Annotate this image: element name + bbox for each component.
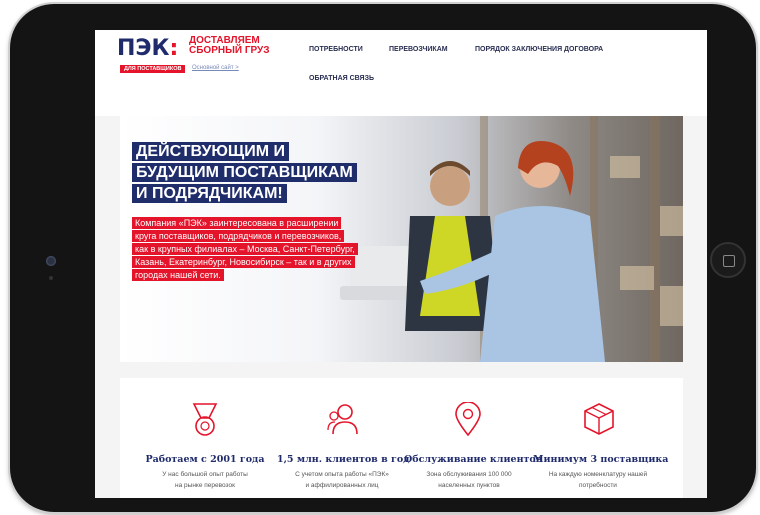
logo-tagline: ДОСТАВЛЯЕМ СБОРНЫЙ ГРУЗ: [189, 36, 270, 56]
feature-desc: С учетом опыта работы «ПЭК» и аффилирован…: [277, 469, 407, 491]
hero-text-line: Казань, Екатеринбург, Новосибирск – так …: [132, 256, 355, 268]
feature-desc-line: на рынке перевозок: [175, 482, 235, 489]
feature-item: Работаем с 2001 года У нас большой опыт …: [140, 378, 270, 498]
feature-item: Минимум 3 поставщика На каждую номенклат…: [533, 378, 669, 498]
hero-banner: ДЕЙСТВУЮЩИМ И БУДУЩИМ ПОСТАВЩИКАМ И ПОДР…: [120, 116, 683, 362]
feature-item: Обслуживание клиентов Зона обслуживания …: [404, 378, 543, 498]
logo-badge: ДЛЯ ПОСТАВЩИКОВ: [120, 65, 186, 73]
hero-text-line: как в крупных филиалах – Москва, Санкт-П…: [132, 243, 358, 255]
tablet-frame: ПЭК: ДОСТАВЛЯЕМ СБОРНЫЙ ГРУЗ ДЛЯ ПОСТАВЩИ…: [10, 4, 756, 512]
hero-title-line: ДЕЙСТВУЮЩИМ И: [132, 142, 289, 161]
home-button[interactable]: [710, 242, 746, 278]
logo-colon: :: [169, 36, 179, 61]
logo-tagline-line2: СБОРНЫЙ ГРУЗ: [189, 45, 270, 56]
feature-desc-line: населенных пунктов: [438, 482, 500, 489]
nav-carriers[interactable]: ПЕРЕВОЗЧИКАМ: [389, 46, 448, 53]
features-section: Работаем с 2001 года У нас большой опыт …: [120, 378, 683, 498]
feature-desc-line: На каждую номенклатуру нашей: [548, 471, 648, 478]
logo-brand: ПЭК: [117, 36, 170, 61]
feature-desc-line: У нас большой опыт работы: [162, 471, 248, 478]
feature-desc-line: Зона обслуживания 100 000: [426, 471, 512, 478]
feature-desc-line: С учетом опыта работы «ПЭК»: [295, 471, 389, 478]
nav-needs[interactable]: ПОТРЕБНОСТИ: [309, 46, 363, 53]
feature-desc: На каждую номенклатуру нашей потребности: [533, 469, 663, 491]
location-pin-icon: [455, 402, 481, 437]
camera-icon: [46, 256, 56, 266]
home-square-icon: [723, 255, 735, 267]
nav-feedback[interactable]: ОБРАТНАЯ СВЯЗЬ: [309, 75, 374, 82]
feature-title: Обслуживание клиентов: [404, 454, 543, 465]
medal-icon: [192, 403, 218, 436]
feature-item: 1,5 млн. клиентов в год С учетом опыта р…: [277, 378, 410, 498]
feature-title: Работаем с 2001 года: [145, 454, 265, 465]
sensor-dot: [49, 276, 53, 280]
nav-contract-procedure[interactable]: ПОРЯДОК ЗАКЛЮЧЕНИЯ ДОГОВОРА: [475, 46, 603, 53]
site-header: ПЭК: ДОСТАВЛЯЕМ СБОРНЫЙ ГРУЗ ДЛЯ ПОСТАВЩИ…: [95, 30, 707, 116]
logo[interactable]: ПЭК:: [117, 36, 178, 61]
feature-desc-line: и аффилированных лиц: [305, 482, 379, 489]
package-icon: [584, 403, 614, 435]
hero-text-line: Компания «ПЭК» заинтересована в расширен…: [132, 217, 342, 229]
feature-desc-line: потребности: [579, 482, 617, 489]
hero-text-line: круга поставщиков, подрядчиков и перевоз…: [132, 230, 345, 242]
hero-text-line: городах нашей сети.: [132, 269, 224, 281]
hero-title-line: БУДУЩИМ ПОСТАВЩИКАМ: [132, 163, 357, 182]
tablet-screen: ПЭК: ДОСТАВЛЯЕМ СБОРНЫЙ ГРУЗ ДЛЯ ПОСТАВЩИ…: [95, 30, 707, 498]
feature-desc: Зона обслуживания 100 000 населенных пунк…: [404, 469, 534, 491]
feature-desc: У нас большой опыт работы на рынке перево…: [140, 469, 270, 491]
main-site-link[interactable]: Основной сайт >: [192, 65, 239, 71]
hero-title-line: И ПОДРЯДЧИКАМ!: [132, 184, 287, 203]
feature-title: Минимум 3 поставщика: [533, 454, 669, 465]
clients-icon: [327, 404, 358, 435]
feature-title: 1,5 млн. клиентов в год: [277, 454, 410, 465]
